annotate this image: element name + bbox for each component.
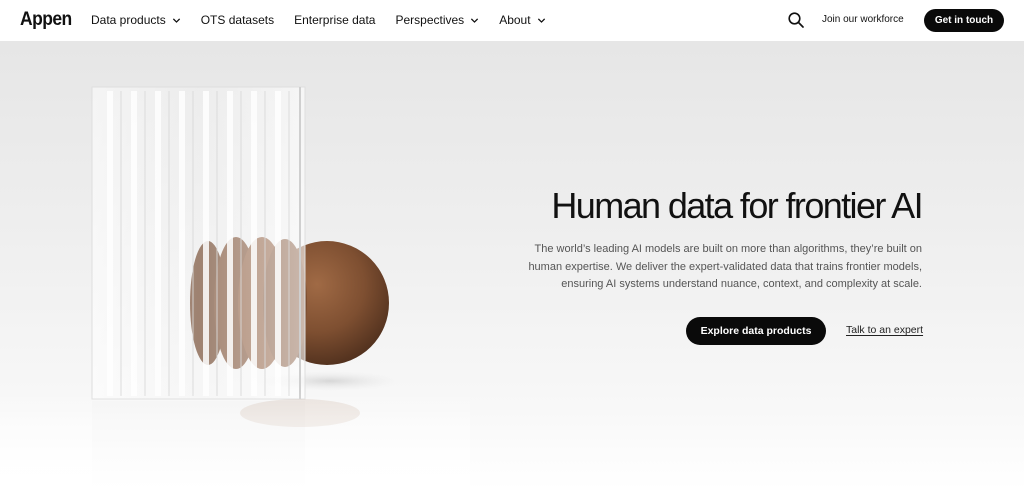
explore-data-products-button[interactable]: Explore data products <box>686 317 826 345</box>
main-nav: Data products OTS datasets Enterprise da… <box>91 13 566 27</box>
nav-item-label: About <box>499 13 531 27</box>
nav-item-label: OTS datasets <box>200 13 275 27</box>
glass-sphere-illustration <box>0 86 470 490</box>
nav-item-perspectives[interactable]: Perspectives <box>395 13 479 27</box>
search-icon[interactable] <box>787 11 805 29</box>
nav-item-label: Data products <box>91 13 166 27</box>
appen-logo[interactable]: Appen <box>20 9 72 31</box>
hero-description-line: The world’s leading AI models are built … <box>534 243 922 255</box>
nav-item-data-products[interactable]: Data products <box>91 13 181 27</box>
chevron-down-icon <box>537 17 545 23</box>
talk-to-expert-link[interactable]: Talk to an expert <box>846 324 923 336</box>
nav-item-label: Enterprise data <box>294 13 376 27</box>
hero-section: Human data for frontier AI The world’s l… <box>0 41 1024 490</box>
hero-description: The world’s leading AI models are built … <box>520 241 922 294</box>
nav-item-enterprise-data[interactable]: Enterprise data <box>294 13 375 27</box>
nav-item-ots-datasets[interactable]: OTS datasets <box>201 13 274 27</box>
chevron-down-icon <box>172 17 180 23</box>
join-workforce-link[interactable]: Join our workforce <box>822 14 904 25</box>
hero-description-line: ensuring AI systems understand nuance, c… <box>561 278 922 290</box>
nav-item-about[interactable]: About <box>499 13 545 27</box>
chevron-down-icon <box>471 17 479 23</box>
hero-title: Human data for frontier AI <box>551 185 923 226</box>
site-header: Appen Data products OTS datasets Enterpr… <box>0 0 1024 41</box>
get-in-touch-button[interactable]: Get in touch <box>924 9 1004 32</box>
nav-item-label: Perspectives <box>395 13 465 27</box>
hero-description-line: human expertise. We deliver the expert-v… <box>528 260 922 273</box>
